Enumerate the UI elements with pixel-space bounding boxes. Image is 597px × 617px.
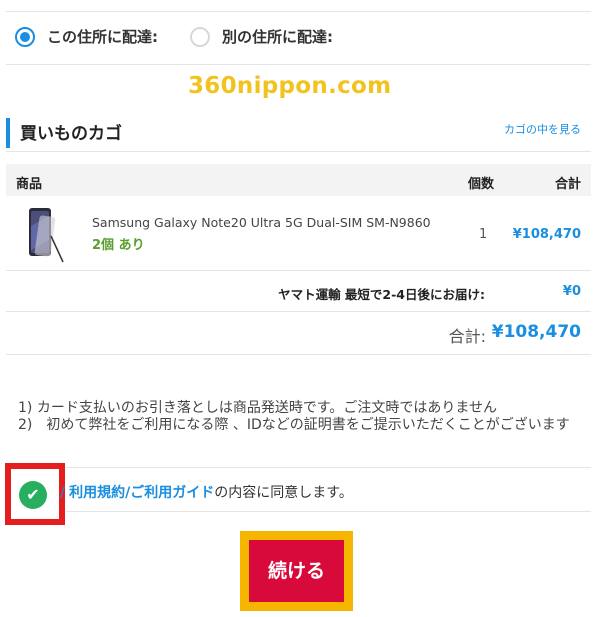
divider: [6, 354, 591, 355]
top-divider: [6, 11, 591, 12]
column-product: 商品: [16, 177, 43, 192]
phone-image: [23, 206, 67, 264]
section-accent-bar: [6, 118, 10, 148]
shipping-label: ヤマト運輸 最短で2-4日後にお届け:: [278, 287, 485, 302]
cart-header-divider: [6, 151, 591, 152]
agree-text: / 利用規約/ご利用ガイドの内容に同意します。: [60, 482, 353, 502]
view-cart-link[interactable]: カゴの中を見る: [504, 121, 581, 137]
delivery-option-this-label: この住所に配達:: [47, 28, 158, 46]
notes: 1) カード支払いのお引き落としは商品発送時です。ご注文時ではありません 2) …: [18, 400, 578, 434]
shipping-price: ¥0: [562, 284, 581, 299]
note-1: 1) カード支払いのお引き落としは商品発送時です。ご注文時ではありません: [18, 400, 497, 416]
divider: [6, 311, 591, 312]
total-value: ¥108,470: [491, 322, 581, 342]
divider: [66, 511, 591, 512]
delivery-option-other-label: 別の住所に配達:: [222, 28, 333, 46]
item-price: ¥108,470: [512, 227, 581, 242]
continue-button[interactable]: 続ける: [249, 540, 344, 602]
column-qty: 個数: [468, 177, 495, 192]
product-name[interactable]: Samsung Galaxy Note20 Ultra 5G Dual-SIM …: [92, 215, 431, 230]
watermark: 360nippon.com: [188, 73, 392, 99]
divider: [6, 64, 591, 65]
table-header: [6, 164, 591, 196]
agree-prefix: /: [60, 485, 65, 501]
divider: [66, 467, 591, 468]
cart-title: 買いものカゴ: [20, 124, 122, 144]
note-2: 2) 初めて弊社をご利用になる際 、IDなどの証明書をご提示いただくことがござい…: [18, 417, 570, 433]
delivery-option-other[interactable]: 別の住所に配達:: [190, 26, 333, 47]
check-icon[interactable]: ✔: [19, 481, 47, 509]
total-label: 合計:: [448, 327, 486, 346]
stock-status: 2個 あり: [92, 238, 145, 253]
delivery-option-this[interactable]: この住所に配達:: [15, 26, 158, 47]
radio-unchecked-icon[interactable]: [190, 26, 210, 47]
terms-link[interactable]: 利用規約/ご利用ガイド: [69, 485, 214, 501]
column-total: 合計: [554, 177, 581, 192]
divider: [6, 270, 591, 271]
agree-suffix: の内容に同意します。: [214, 485, 353, 501]
radio-checked-icon[interactable]: [15, 26, 35, 47]
item-qty: 1: [479, 227, 488, 242]
